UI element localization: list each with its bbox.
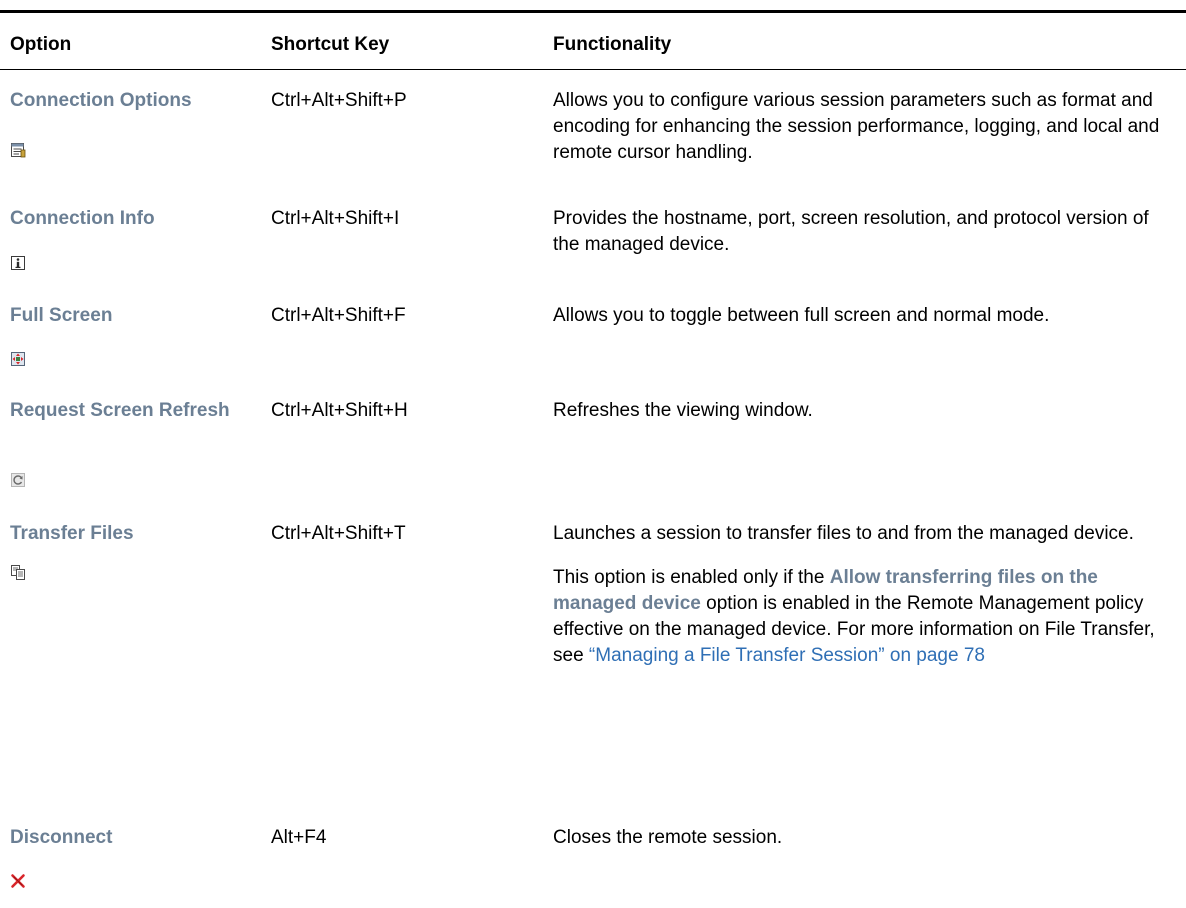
header-functionality: Functionality xyxy=(553,34,672,55)
table-top-rule xyxy=(0,10,1186,13)
shortcut-key: Ctrl+Alt+Shift+T xyxy=(271,523,406,544)
info-icon xyxy=(11,256,25,270)
transfer-files-icon xyxy=(11,565,25,580)
shortcut-key: Ctrl+Alt+Shift+F xyxy=(271,305,406,326)
properties-icon xyxy=(11,143,26,158)
functionality-cell: Launches a session to transfer files to … xyxy=(553,521,1178,669)
fullscreen-icon xyxy=(11,352,25,366)
file-transfer-link[interactable]: “Managing a File Transfer Session” on pa… xyxy=(589,645,985,666)
functionality-note: This option is enabled only if the Allow… xyxy=(553,565,1178,669)
option-connection-info[interactable]: Connection Info xyxy=(10,206,245,232)
option-connection-options[interactable]: Connection Options xyxy=(10,88,245,114)
shortcut-key: Ctrl+Alt+Shift+I xyxy=(271,208,400,229)
refresh-icon xyxy=(11,473,25,487)
option-disconnect[interactable]: Disconnect xyxy=(10,825,245,851)
functionality-text: Provides the hostname, port, screen reso… xyxy=(553,208,1149,255)
note-prefix: This option is enabled only if the xyxy=(553,567,830,588)
shortcut-key: Alt+F4 xyxy=(271,827,327,848)
option-request-screen-refresh[interactable]: Request Screen Refresh xyxy=(10,398,245,424)
option-full-screen[interactable]: Full Screen xyxy=(10,303,245,329)
functionality-text: Closes the remote session. xyxy=(553,827,783,848)
header-shortcut-key: Shortcut Key xyxy=(271,34,390,55)
functionality-text: Launches a session to transfer files to … xyxy=(553,523,1134,544)
functionality-text: Refreshes the viewing window. xyxy=(553,400,813,421)
header-option: Option xyxy=(10,34,72,55)
functionality-text: Allows you to configure various session … xyxy=(553,90,1160,163)
shortcut-key: Ctrl+Alt+Shift+P xyxy=(271,90,407,111)
functionality-text: Allows you to toggle between full screen… xyxy=(553,305,1050,326)
option-transfer-files[interactable]: Transfer Files xyxy=(10,521,245,547)
table-header-rule xyxy=(0,69,1186,70)
shortcut-key: Ctrl+Alt+Shift+H xyxy=(271,400,408,421)
disconnect-icon xyxy=(11,874,25,888)
